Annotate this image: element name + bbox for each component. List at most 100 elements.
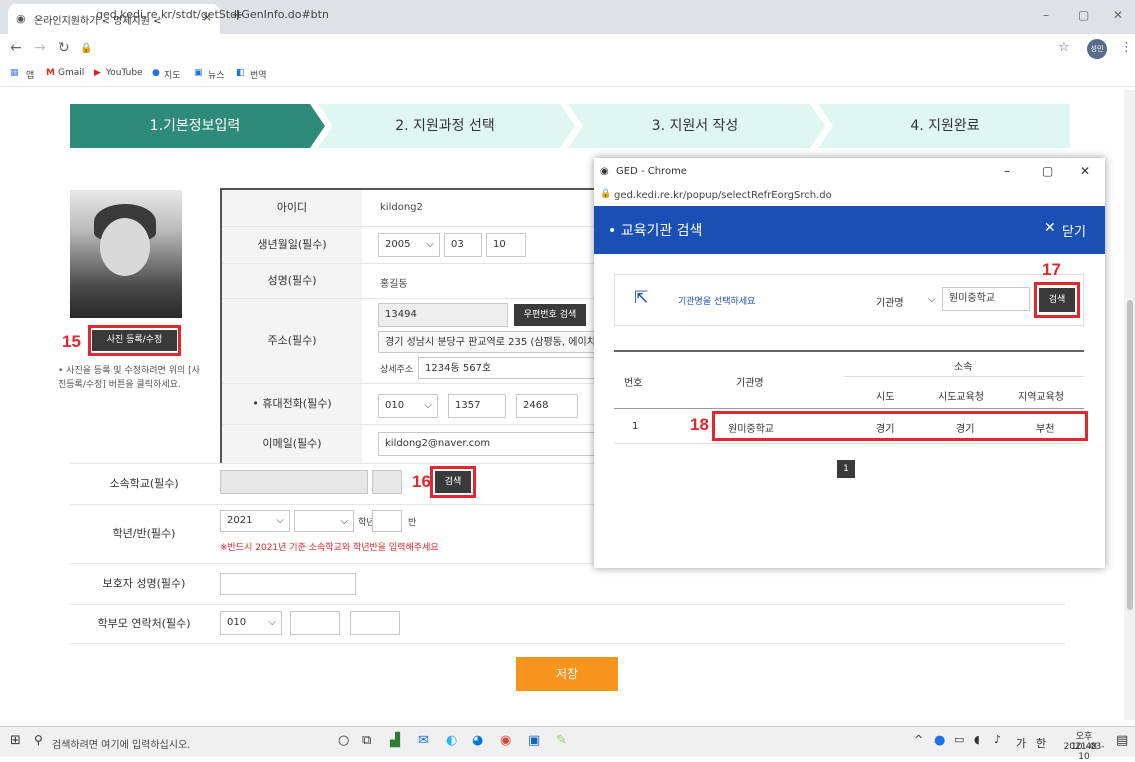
scrollbar-thumb[interactable] xyxy=(1127,300,1133,610)
minimize-icon[interactable]: – xyxy=(1043,8,1049,22)
grade-select[interactable]: ⌵ xyxy=(294,510,354,532)
filter-select[interactable]: 기관명 xyxy=(876,294,904,309)
close-icon[interactable]: ✕ xyxy=(1044,220,1056,236)
taskbar-search-input[interactable]: 검색하려면 여기에 입력하십시오. xyxy=(52,736,190,751)
row-region: 부천 xyxy=(1036,424,1055,435)
phone2-field[interactable]: 1357 xyxy=(448,394,506,418)
org-search-input[interactable]: 원미중학교 xyxy=(942,287,1030,311)
parent-phone2-field[interactable] xyxy=(290,611,340,635)
forward-icon[interactable]: → xyxy=(34,40,46,56)
email-field[interactable]: kildong2@naver.com xyxy=(378,432,600,456)
detail-address-label: 상세주소 xyxy=(380,365,414,375)
grade-notice: ※반드시 2021년 기준 소속학교와 학년반을 입력해주세요 xyxy=(220,543,439,553)
parent-phone3-field[interactable] xyxy=(350,611,400,635)
popup-maximize-icon[interactable]: ▢ xyxy=(1042,164,1053,178)
popup-title: • 교육기관 검색 xyxy=(608,223,703,239)
apps-icon[interactable]: ▦ xyxy=(10,68,19,78)
bookmark-maps[interactable]: 지도 xyxy=(164,68,181,81)
edge-icon[interactable]: ◐ xyxy=(446,733,457,748)
row-org[interactable]: 원미중학교 xyxy=(728,420,774,435)
school-label: 소속학교(필수) xyxy=(70,464,218,504)
zip-field[interactable]: 13494 xyxy=(378,303,508,327)
step-1: 1.기본정보입력 xyxy=(149,118,241,134)
back-icon[interactable]: ← xyxy=(10,40,22,56)
task-view-icon[interactable]: ⧉ xyxy=(362,733,371,748)
url-text[interactable]: ged.kedi.re.kr/stdt/getStdtGenInfo.do#bt… xyxy=(96,8,329,21)
table-top-border xyxy=(614,350,1084,352)
school-search-button[interactable]: 검색 xyxy=(435,471,471,493)
parent-phone1-select[interactable]: 010 ⌵ xyxy=(220,611,282,635)
app-icon[interactable]: ▣ xyxy=(528,733,540,748)
guardian-field[interactable] xyxy=(220,573,356,595)
pen-icon[interactable]: ♪ xyxy=(994,733,1001,746)
class-field[interactable] xyxy=(372,510,402,532)
store-icon[interactable]: ▟ xyxy=(390,733,400,748)
cortana-icon[interactable]: ○ xyxy=(338,733,349,748)
edge-chromium-icon[interactable]: ◕ xyxy=(472,733,483,748)
table-row[interactable]: 1 18 원미중학교 경기 경기 부천 xyxy=(614,409,1088,443)
parent-phone-label: 학부모 연락처(필수) xyxy=(70,605,218,643)
popup-close-window-icon[interactable]: ✕ xyxy=(1080,164,1090,178)
bookmark-news[interactable]: 뉴스 xyxy=(208,68,225,81)
row-no: 1 xyxy=(632,421,639,432)
popup-address-bar: 🔒 ged.kedi.re.kr/popup/selectRefrEorgSrc… xyxy=(594,186,1105,206)
popup-lock-icon: 🔒 xyxy=(600,189,612,199)
bookmark-gmail[interactable]: Gmail xyxy=(58,68,84,78)
notification-icon[interactable]: ▤ xyxy=(1116,733,1128,748)
filter-chevron-icon[interactable]: ⌵ xyxy=(928,294,936,305)
bookmark-youtube[interactable]: YouTube xyxy=(106,68,143,78)
menu-icon[interactable]: ⋮ xyxy=(1120,40,1133,55)
bookmark-translate[interactable]: 번역 xyxy=(250,68,267,81)
school-field[interactable] xyxy=(220,470,368,494)
close-window-icon[interactable]: ✕ xyxy=(1113,8,1123,22)
maximize-icon[interactable]: ▢ xyxy=(1078,8,1089,22)
address1-field[interactable]: 경기 성남시 분당구 판교역로 235 (삼평동, 에이치 xyxy=(378,331,600,353)
org-search-button[interactable]: 검색 xyxy=(1039,288,1075,312)
ime-indicator[interactable]: 가 xyxy=(1016,735,1026,751)
chrome-taskbar-icon[interactable]: ◉ xyxy=(500,733,511,748)
volume-icon[interactable]: ◖ xyxy=(974,733,980,746)
birth-day-select[interactable]: 10 xyxy=(486,233,526,257)
star-icon[interactable]: ☆ xyxy=(1058,40,1070,55)
phone1-select[interactable]: 010 ⌵ xyxy=(378,394,438,418)
phone3-field[interactable]: 2468 xyxy=(516,394,578,418)
birth-year-select[interactable]: 2005 ⌵ xyxy=(378,233,440,257)
ime-mode[interactable]: 한 xyxy=(1036,735,1046,751)
address2-field[interactable]: 1234동 567호 xyxy=(418,357,600,379)
mail-icon[interactable]: ✉ xyxy=(418,733,429,748)
name-label: 성명(필수) xyxy=(222,264,362,298)
save-button[interactable]: 저장 xyxy=(516,657,618,691)
grade-label: 학년/반(필수) xyxy=(70,505,218,563)
row-sido: 경기 xyxy=(876,424,895,435)
note-icon[interactable]: ✎ xyxy=(556,733,567,748)
popup-window: ◉ GED - Chrome – ▢ ✕ 🔒 ged.kedi.re.kr/po… xyxy=(594,158,1105,568)
profile-photo xyxy=(70,190,182,318)
popup-url-text: ged.kedi.re.kr/popup/selectRefrEorgSrch.… xyxy=(614,190,832,201)
battery-icon[interactable]: ▭ xyxy=(954,733,964,746)
search-icon[interactable]: ⚲ xyxy=(34,733,43,747)
photo-edit-button[interactable]: 사진 등록/수정 xyxy=(92,330,177,351)
birth-label: 생년월일(필수) xyxy=(222,227,362,263)
popup-titlebar: ◉ GED - Chrome – ▢ ✕ xyxy=(594,158,1105,186)
reload-icon[interactable]: ↻ xyxy=(58,40,70,56)
windows-start-icon[interactable]: ⊞ xyxy=(10,733,21,748)
birth-month-select[interactable]: 03 xyxy=(444,233,482,257)
school-code-field[interactable] xyxy=(372,470,402,494)
avatar[interactable]: 성민 xyxy=(1087,39,1107,59)
clock-date[interactable]: 2021-03-10 xyxy=(1058,742,1110,762)
globe-icon: ◉ xyxy=(16,12,26,25)
cloud-icon[interactable]: ● xyxy=(934,733,945,748)
chevron-up-icon[interactable]: ^ xyxy=(914,733,923,746)
gmail-icon: M xyxy=(46,68,55,78)
marker-15: 15 xyxy=(62,332,81,351)
marker-16: 16 xyxy=(412,472,431,491)
grade-year-select[interactable]: 2021 ⌵ xyxy=(220,510,290,532)
popup-close-button[interactable]: 닫기 xyxy=(1062,221,1086,240)
bookmark-apps[interactable]: 앱 xyxy=(26,68,34,81)
col-org: 기관명 xyxy=(736,378,764,389)
class-unit: 반 xyxy=(408,518,417,528)
zip-search-button[interactable]: 우편번호 검색 xyxy=(514,304,586,326)
popup-minimize-icon[interactable]: – xyxy=(1004,164,1010,178)
translate-icon: ◧ xyxy=(236,68,245,78)
page-1-button[interactable]: 1 xyxy=(837,460,855,478)
